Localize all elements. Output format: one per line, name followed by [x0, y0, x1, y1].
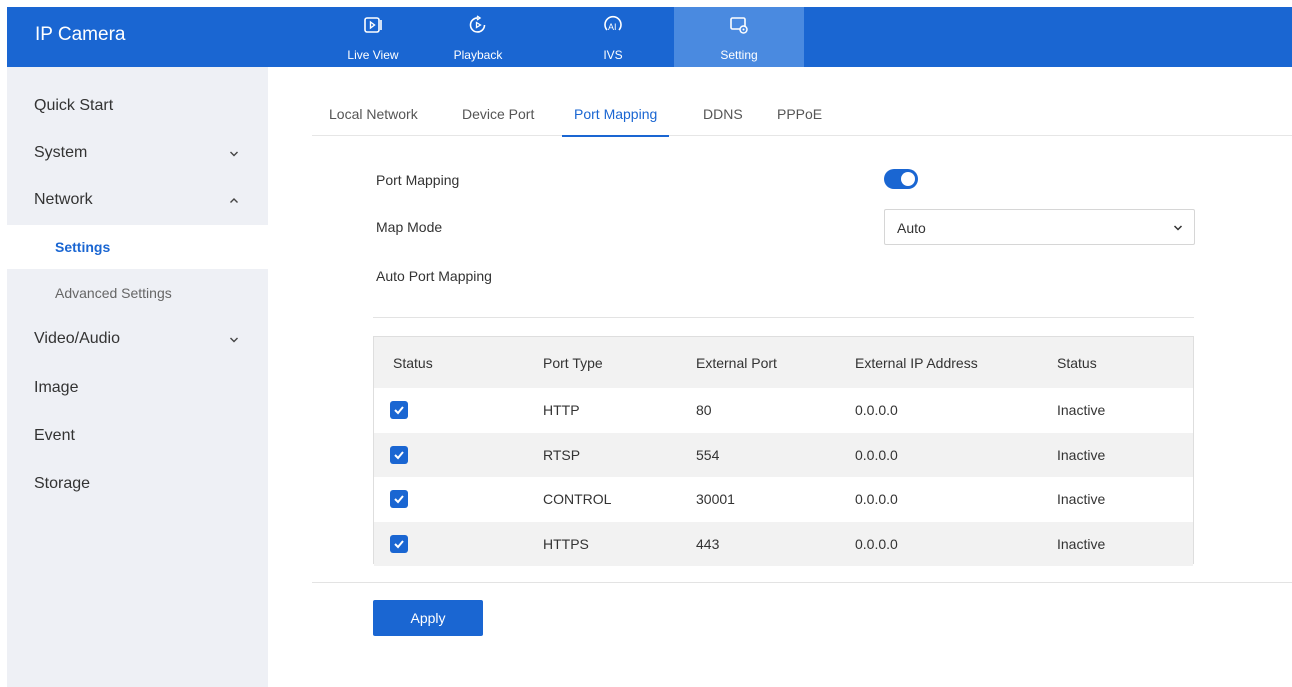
top-bar: IP Camera Live View Playback AI IVS Sett… [7, 7, 1292, 67]
chevron-down-icon [230, 337, 238, 343]
checkmark-icon [394, 540, 404, 549]
sidebar-item-network[interactable]: Network [7, 178, 268, 224]
nav-setting-label: Setting [720, 48, 758, 62]
ivs-ai-icon: AI [604, 15, 622, 32]
table-row: HTTP 80 0.0.0.0 Inactive [374, 388, 1193, 433]
sidebar-subitem-label: Advanced Settings [55, 285, 172, 301]
apply-button[interactable]: Apply [373, 600, 483, 636]
external-port-cell: 30001 [696, 491, 735, 508]
sidebar-subitem-settings[interactable]: Settings [7, 225, 268, 269]
sidebar-item-label: System [34, 144, 88, 161]
playback-icon [469, 15, 486, 33]
column-header-status: Status [393, 354, 433, 371]
map-mode-value: Auto [897, 220, 926, 236]
sidebar-item-quick-start[interactable]: Quick Start [7, 84, 268, 130]
sidebar-item-system[interactable]: System [7, 131, 268, 177]
port-mapping-table: Status Port Type External Port External … [373, 336, 1194, 566]
chevron-up-icon [230, 198, 238, 203]
checkmark-icon [394, 406, 404, 415]
port-type-cell: CONTROL [543, 491, 612, 508]
sidebar-item-label: Image [34, 379, 79, 396]
external-ip-cell: 0.0.0.0 [855, 402, 898, 419]
status-cell: Inactive [1057, 491, 1106, 508]
column-header-external-port: External Port [696, 354, 777, 371]
setting-icon [730, 17, 748, 34]
app-title: IP Camera [35, 24, 126, 45]
auto-port-mapping-label: Auto Port Mapping [376, 268, 492, 284]
section-divider [373, 317, 1194, 318]
column-header-external-ip: External IP Address [855, 354, 978, 371]
sidebar-item-label: Network [34, 191, 93, 208]
map-mode-label: Map Mode [376, 219, 443, 235]
nav-playback-label: Playback [453, 48, 503, 62]
chevron-down-icon [230, 151, 238, 157]
table-row: HTTPS 443 0.0.0.0 Inactive [374, 521, 1193, 566]
sidebar-item-label: Quick Start [34, 97, 114, 114]
live-view-icon [364, 17, 382, 33]
sidebar-item-event[interactable]: Event [7, 414, 268, 460]
sidebar-item-label: Video/Audio [34, 330, 120, 347]
tab-device-port[interactable]: Device Port [462, 93, 534, 136]
checkmark-icon [394, 451, 404, 460]
nav-ivs[interactable]: AI IVS [548, 7, 678, 67]
table-row: RTSP 554 0.0.0.0 Inactive [374, 432, 1193, 477]
sidebar: Quick Start System Network Settings Adva… [7, 67, 268, 687]
row-checkbox[interactable] [390, 534, 408, 553]
sidebar-item-label: Storage [34, 475, 91, 492]
port-type-cell: RTSP [543, 446, 581, 463]
column-header-status-2: Status [1057, 354, 1097, 371]
table-row: CONTROL 30001 0.0.0.0 Inactive [374, 477, 1193, 522]
svg-text:AI: AI [608, 22, 617, 32]
nav-ivs-label: IVS [603, 48, 623, 62]
external-ip-cell: 0.0.0.0 [855, 446, 898, 463]
sidebar-item-image[interactable]: Image [7, 366, 268, 412]
sidebar-item-label: Event [34, 427, 75, 444]
row-checkbox[interactable] [390, 490, 408, 509]
tab-local-network[interactable]: Local Network [329, 93, 418, 136]
external-port-cell: 80 [696, 402, 712, 419]
column-header-port-type: Port Type [543, 354, 603, 371]
sidebar-item-storage[interactable]: Storage [7, 462, 268, 508]
status-cell: Inactive [1057, 402, 1106, 419]
port-type-cell: HTTPS [543, 535, 589, 552]
row-checkbox[interactable] [390, 401, 408, 420]
port-mapping-label: Port Mapping [376, 172, 460, 188]
sidebar-subitem-label: Settings [55, 239, 111, 255]
table-header-row: Status Port Type External Port External … [374, 337, 1193, 388]
checkmark-icon [394, 495, 404, 504]
footer-divider [312, 582, 1292, 583]
nav-playback[interactable]: Playback [413, 7, 543, 67]
port-mapping-toggle[interactable] [884, 169, 918, 189]
chevron-down-icon [1173, 225, 1183, 231]
status-cell: Inactive [1057, 535, 1106, 552]
sidebar-subitem-advanced-settings[interactable]: Advanced Settings [7, 271, 268, 315]
status-cell: Inactive [1057, 446, 1106, 463]
tab-bar: Local Network Device Port Port Mapping D… [312, 93, 1292, 137]
tab-pppoe[interactable]: PPPoE [777, 93, 822, 136]
toggle-knob [901, 172, 915, 186]
external-port-cell: 443 [696, 535, 720, 552]
external-ip-cell: 0.0.0.0 [855, 535, 898, 552]
nav-setting[interactable]: Setting [674, 7, 804, 67]
sidebar-item-video-audio[interactable]: Video/Audio [7, 317, 268, 363]
row-checkbox[interactable] [390, 445, 408, 464]
external-ip-cell: 0.0.0.0 [855, 491, 898, 508]
tab-ddns[interactable]: DDNS [703, 93, 743, 136]
external-port-cell: 554 [696, 446, 720, 463]
port-type-cell: HTTP [543, 402, 580, 419]
tab-port-mapping[interactable]: Port Mapping [561, 93, 670, 137]
map-mode-select[interactable]: Auto [884, 209, 1195, 245]
